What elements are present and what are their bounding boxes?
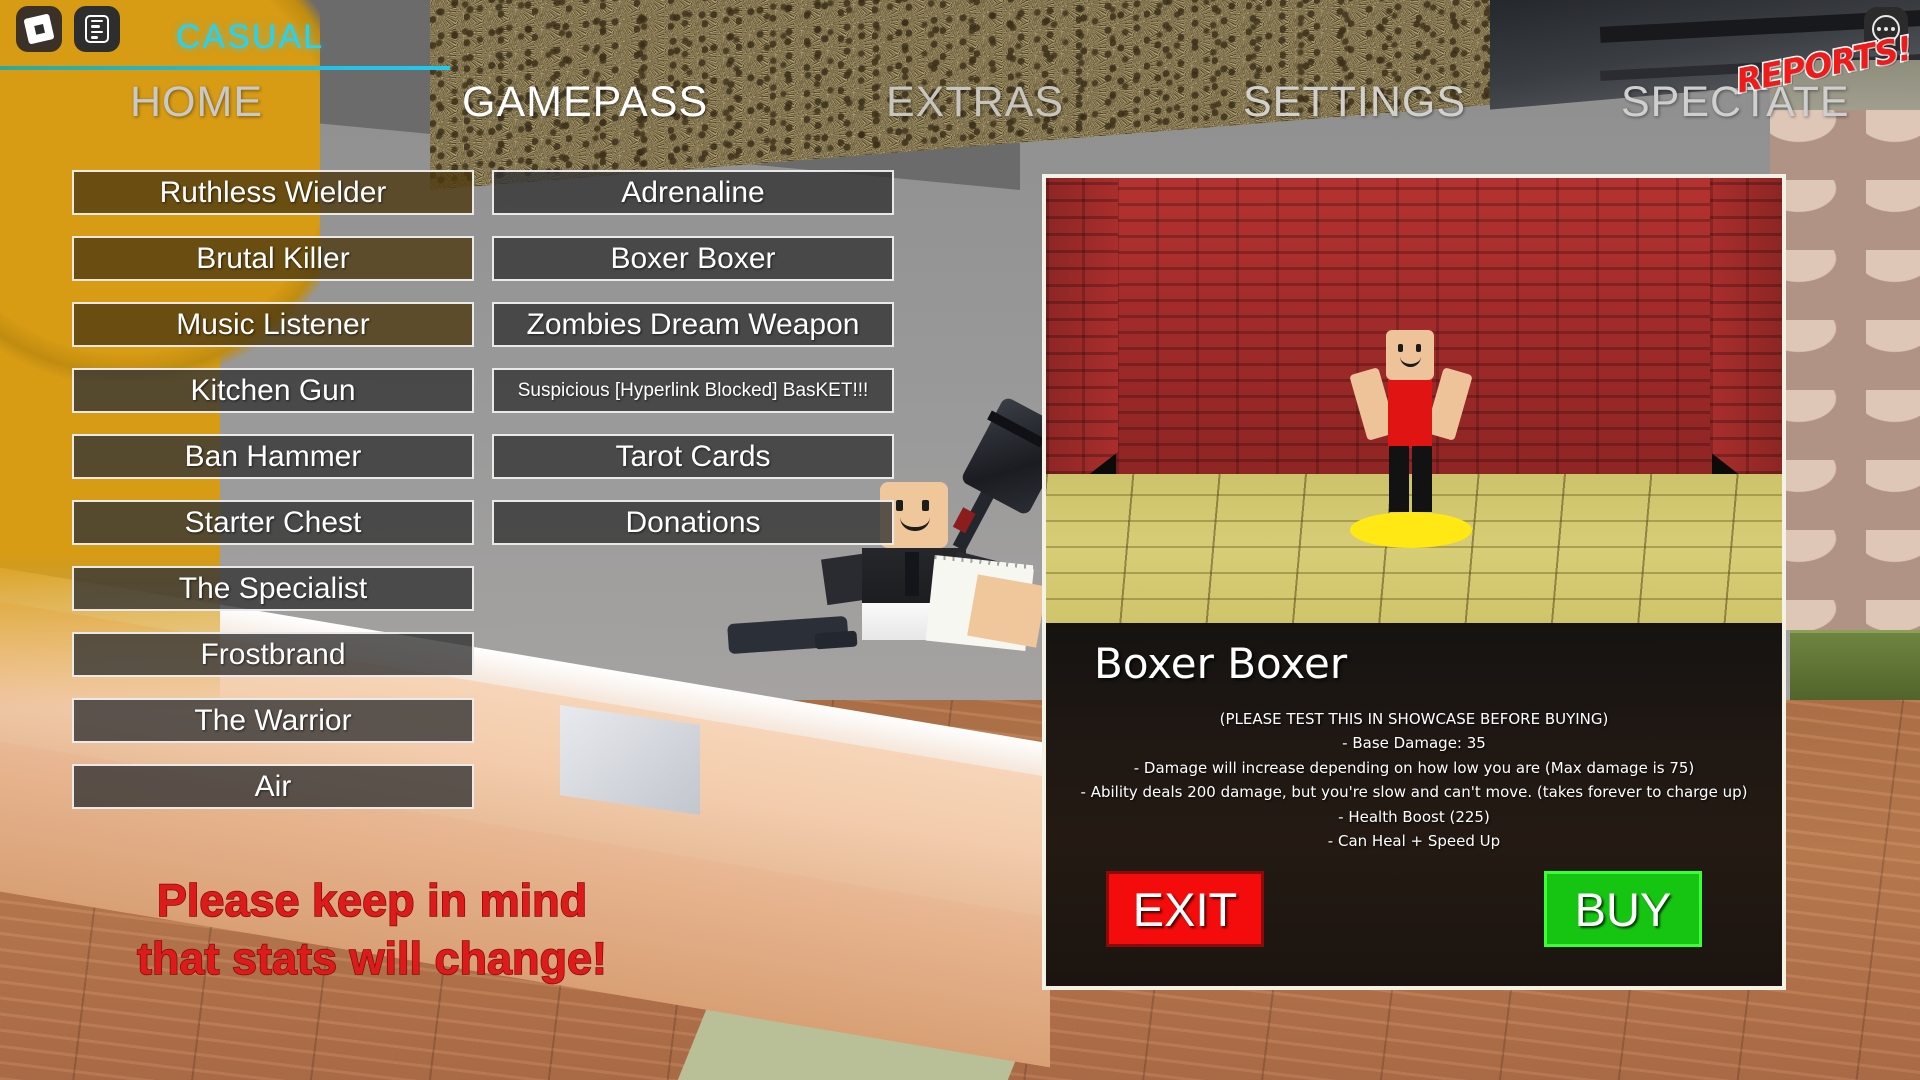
npc-tie bbox=[905, 552, 919, 596]
gamepass-info-section: Boxer Boxer (PLEASE TEST THIS IN SHOWCAS… bbox=[1046, 623, 1782, 986]
gamepass-item[interactable]: Music Listener bbox=[72, 302, 474, 347]
gamepass-description: (PLEASE TEST THIS IN SHOWCASE BEFORE BUY… bbox=[1046, 707, 1782, 854]
gamepass-item[interactable]: Suspicious [Hyperlink Blocked] BasKET!!! bbox=[492, 368, 894, 413]
exit-button[interactable]: EXIT bbox=[1106, 871, 1264, 947]
document-icon[interactable] bbox=[74, 6, 120, 52]
tab-home[interactable]: HOME bbox=[130, 78, 263, 127]
npc-right-hand bbox=[967, 574, 1047, 648]
gamepass-item[interactable]: Ban Hammer bbox=[72, 434, 474, 479]
description-line: - Base Damage: 35 bbox=[1342, 734, 1486, 753]
description-line: - Ability deals 200 damage, but you're s… bbox=[1080, 783, 1748, 802]
gamepass-item[interactable]: The Warrior bbox=[72, 698, 474, 743]
npc-eye-right bbox=[922, 500, 929, 511]
stats-warning-text: Please keep in mind that stats will chan… bbox=[62, 872, 682, 987]
gamepass-item[interactable]: Frostbrand bbox=[72, 632, 474, 677]
npc-smile bbox=[900, 517, 930, 531]
gamepass-column-left: Ruthless Wielder Brutal Killer Music Lis… bbox=[72, 170, 474, 830]
avatar-head bbox=[1386, 330, 1434, 380]
tab-gamepass[interactable]: GAMEPASS bbox=[462, 78, 708, 127]
game-mode-underline bbox=[0, 66, 450, 70]
scene-prop-gun-barrel bbox=[814, 630, 858, 650]
description-line: (PLEASE TEST THIS IN SHOWCASE BEFORE BUY… bbox=[1219, 710, 1609, 728]
avatar-eye-left bbox=[1398, 344, 1403, 352]
avatar-right-leg bbox=[1412, 446, 1432, 512]
description-line: - Can Heal + Speed Up bbox=[1327, 832, 1501, 851]
stats-warning-line-2: that stats will change! bbox=[136, 932, 608, 984]
description-line: - Damage will increase depending on how … bbox=[1133, 758, 1695, 777]
document-glyph bbox=[85, 15, 109, 43]
stats-warning-line-1: Please keep in mind bbox=[156, 874, 588, 926]
gamepass-item[interactable]: Zombies Dream Weapon bbox=[492, 302, 894, 347]
gamepass-item[interactable]: Kitchen Gun bbox=[72, 368, 474, 413]
gamepass-item[interactable]: Starter Chest bbox=[72, 500, 474, 545]
scene-stone-wall bbox=[1770, 110, 1920, 630]
gamepass-detail-panel: Boxer Boxer (PLEASE TEST THIS IN SHOWCAS… bbox=[1042, 174, 1786, 990]
gamepass-item[interactable]: Brutal Killer bbox=[72, 236, 474, 281]
preview-podium bbox=[1350, 512, 1472, 548]
gamepass-item[interactable]: Air bbox=[72, 764, 474, 809]
avatar-smile bbox=[1400, 356, 1421, 367]
main-nav-tabs: HOME GAMEPASS EXTRAS SETTINGS SPECTATE bbox=[0, 78, 1920, 134]
game-mode-label: CASUAL bbox=[176, 18, 325, 56]
gamepass-item[interactable]: Boxer Boxer bbox=[492, 236, 894, 281]
gamepass-item[interactable]: The Specialist bbox=[72, 566, 474, 611]
scene-green-crate bbox=[1790, 630, 1920, 710]
gamepass-item[interactable]: Adrenaline bbox=[492, 170, 894, 215]
tab-settings[interactable]: SETTINGS bbox=[1243, 78, 1466, 127]
gamepass-column-right: Adrenaline Boxer Boxer Zombies Dream Wea… bbox=[492, 170, 894, 566]
buy-button[interactable]: BUY bbox=[1544, 871, 1702, 947]
gamepass-title: Boxer Boxer bbox=[1094, 639, 1348, 688]
npc-eye-left bbox=[896, 500, 903, 511]
gamepass-preview-viewport[interactable] bbox=[1046, 178, 1782, 623]
gamepass-item[interactable]: Ruthless Wielder bbox=[72, 170, 474, 215]
roblox-logo-glyph bbox=[23, 13, 55, 45]
avatar-eye-right bbox=[1416, 344, 1421, 352]
gamepass-item[interactable]: Tarot Cards bbox=[492, 434, 894, 479]
roblox-logo-icon[interactable] bbox=[16, 6, 62, 52]
preview-right-wall bbox=[1710, 178, 1782, 508]
tab-extras[interactable]: EXTRAS bbox=[886, 78, 1064, 127]
avatar-torso bbox=[1388, 378, 1432, 448]
gamepass-item[interactable]: Donations bbox=[492, 500, 894, 545]
preview-left-wall bbox=[1046, 178, 1118, 508]
description-line: - Health Boost (225) bbox=[1338, 807, 1490, 826]
avatar-left-leg bbox=[1389, 446, 1409, 512]
